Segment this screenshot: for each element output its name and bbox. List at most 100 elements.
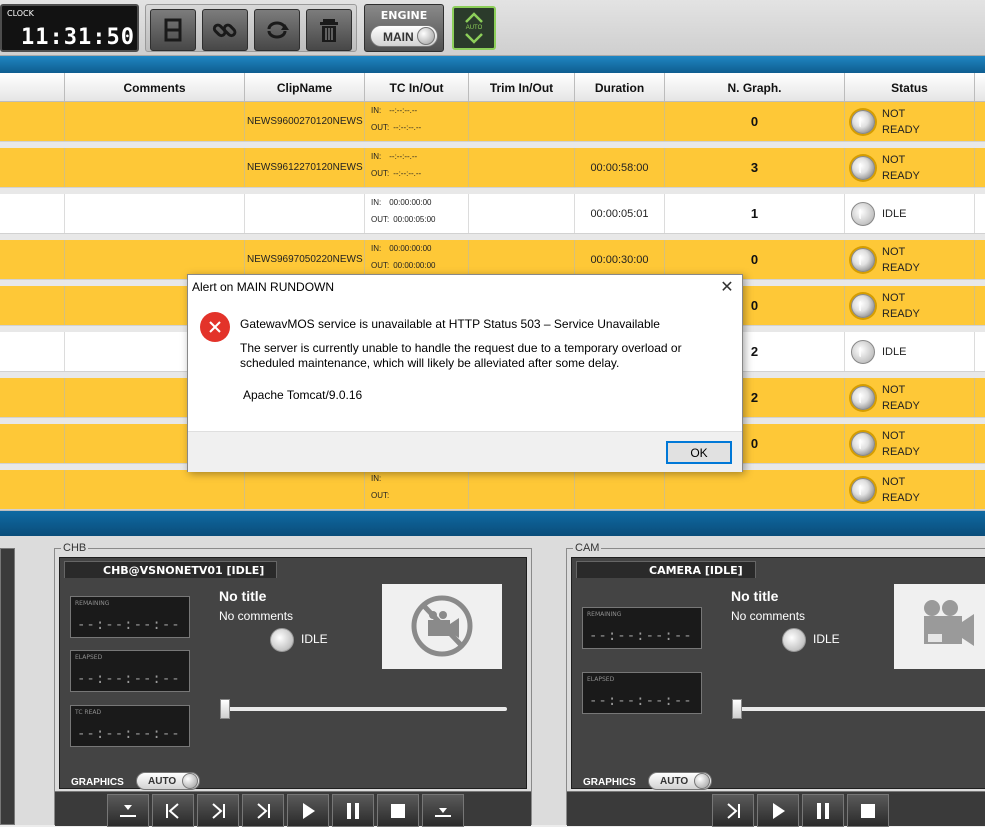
dialog-footer: OK	[188, 431, 742, 472]
header-bar	[0, 56, 985, 73]
column-header-clipname[interactable]: ClipName	[245, 73, 365, 102]
auto-mode-button[interactable]: AUTO	[452, 6, 496, 50]
chb-graphics-label: GRAPHICS	[71, 777, 124, 788]
chb-play-button[interactable]	[287, 794, 329, 827]
engine-selector: ENGINE MAIN	[364, 4, 444, 52]
engine-toggle[interactable]: MAIN	[370, 25, 438, 47]
error-x-glyph	[209, 321, 221, 333]
chb-tcread-counter: TC READ --:--:--:--	[70, 705, 190, 747]
column-header-trim[interactable]: Trim In/Out	[469, 73, 575, 102]
cam-player-tab[interactable]: CAMERA [IDLE]	[576, 561, 756, 578]
tc-in: IN: 00:00:00:00	[371, 198, 432, 207]
cam-progress-track	[732, 707, 985, 711]
unload-icon	[435, 807, 451, 817]
chb-graphics-toggle[interactable]: AUTO	[136, 772, 200, 790]
column-header-graphics[interactable]: N. Graph.	[665, 73, 845, 102]
chb-player: CHB@VSNONETV01 [IDLE] REMAINING --:--:--…	[59, 557, 527, 790]
tc-out-value: --:--:--.--	[393, 123, 422, 132]
cue-icon	[212, 802, 225, 819]
column-header-duration[interactable]: Duration	[575, 73, 665, 102]
status-icon	[851, 431, 875, 456]
pause-icon	[347, 802, 359, 819]
tc-in-label: IN:	[371, 106, 382, 115]
graphics-count-cell: 1	[665, 194, 845, 233]
tc-out: OUT: 00:00:00:00	[371, 261, 436, 270]
cam-pause-button[interactable]	[802, 794, 844, 827]
tc-in: IN:	[371, 474, 389, 483]
tc-out-label: OUT:	[371, 215, 390, 224]
chb-stop-button[interactable]	[377, 794, 419, 827]
status-text: NOT READY	[882, 245, 920, 274]
layout-icon	[164, 18, 182, 42]
status-text: NOT READY	[882, 429, 920, 458]
chb-status-icon	[270, 628, 294, 652]
cam-graphics-toggle[interactable]: AUTO	[648, 772, 712, 790]
status-icon	[851, 247, 875, 272]
trim-cell	[469, 470, 575, 509]
chb-player-tab[interactable]: CHB@VSNONETV01 [IDLE]	[64, 561, 278, 578]
clipname-cell	[245, 470, 365, 509]
clock: CLOCK 11:31:50	[0, 4, 139, 52]
tcread-label: TC READ	[75, 709, 102, 716]
row-index-cell	[0, 424, 65, 463]
delete-button[interactable]	[306, 9, 352, 51]
tc-in: IN: 00:00:00:00	[371, 244, 432, 253]
refresh-button[interactable]	[254, 9, 300, 51]
chb-progress-knob[interactable]	[220, 699, 230, 719]
graphics-value: AUTO	[148, 776, 177, 787]
column-header-status[interactable]: Status	[845, 73, 975, 102]
table-row[interactable]: NEWS9612270120NEWS IN: --:--:--.-- OUT: --:-…	[0, 148, 985, 188]
clock-label: CLOCK	[7, 9, 34, 18]
cam-status-text: IDLE	[813, 632, 840, 646]
cam-legend: CAM	[573, 542, 602, 554]
close-icon[interactable]: ✕	[716, 277, 738, 297]
stop-icon	[861, 803, 875, 818]
chb-legend: CHB	[61, 542, 89, 554]
status-text: NOT READY	[882, 107, 920, 136]
no-video-icon	[411, 595, 473, 657]
tc-cell: IN: --:--:--.-- OUT: --:--:--.--	[365, 102, 469, 141]
clipname-cell: NEWS9612270120NEWS	[245, 148, 365, 187]
tc-in-value: 00:00:00:00	[389, 244, 432, 253]
duration-cell	[575, 470, 665, 509]
cam-cue-button[interactable]	[712, 794, 754, 827]
chb-next-button[interactable]	[242, 794, 284, 827]
column-header-comments[interactable]: Comments	[65, 73, 245, 102]
ok-button[interactable]: OK	[666, 441, 732, 464]
status-text: NOT READY	[882, 291, 920, 320]
link-button[interactable]	[202, 9, 248, 51]
column-header-tc[interactable]: TC In/Out	[365, 73, 469, 102]
status-text: IDLE	[882, 345, 907, 358]
table-row[interactable]: NEWS9600270120NEWS IN: --:--:--.-- OUT: --:-…	[0, 102, 985, 142]
chb-load-button[interactable]	[107, 794, 149, 827]
cam-status-icon	[782, 628, 806, 652]
comments-cell	[65, 148, 245, 187]
tc-in-label: IN:	[371, 198, 382, 207]
cam-stop-button[interactable]	[847, 794, 889, 827]
table-row[interactable]: IN: OUT: NOT READY	[0, 470, 985, 510]
cam-play-button[interactable]	[757, 794, 799, 827]
cam-progress-knob[interactable]	[732, 699, 742, 719]
layout-button[interactable]	[150, 9, 196, 51]
chb-transport-bar	[55, 791, 531, 827]
chb-cue-button[interactable]	[197, 794, 239, 827]
remaining-value: --:--:--:--	[77, 617, 181, 633]
camera-icon	[924, 600, 974, 646]
elapsed-value: --:--:--:--	[589, 693, 693, 709]
table-row[interactable]: IN: 00:00:00:00 OUT: 00:00:05:00 00:00:05:01…	[0, 194, 985, 234]
tc-in: IN: --:--:--.--	[371, 152, 417, 161]
chb-remaining-counter: REMAINING --:--:--:--	[70, 596, 190, 638]
alert-dialog: Alert on MAIN RUNDOWN ✕ GatewavMOS servi…	[187, 274, 743, 472]
elapsed-label: ELAPSED	[587, 676, 615, 683]
panel-divider-bar	[0, 510, 985, 536]
pause-icon	[817, 802, 829, 819]
engine-value: MAIN	[383, 30, 414, 44]
chb-pause-button[interactable]	[332, 794, 374, 827]
chb-previous-button[interactable]	[152, 794, 194, 827]
cam-player: CAMERA [IDLE] REMAINING --:--:--:-- ELAP…	[571, 557, 985, 790]
chb-eject-button[interactable]	[422, 794, 464, 827]
cam-transport-bar	[567, 791, 985, 827]
tc-out-value: 00:00:00:00	[393, 261, 436, 270]
load-icon	[120, 804, 136, 817]
status-cell: NOT READY	[845, 240, 975, 279]
